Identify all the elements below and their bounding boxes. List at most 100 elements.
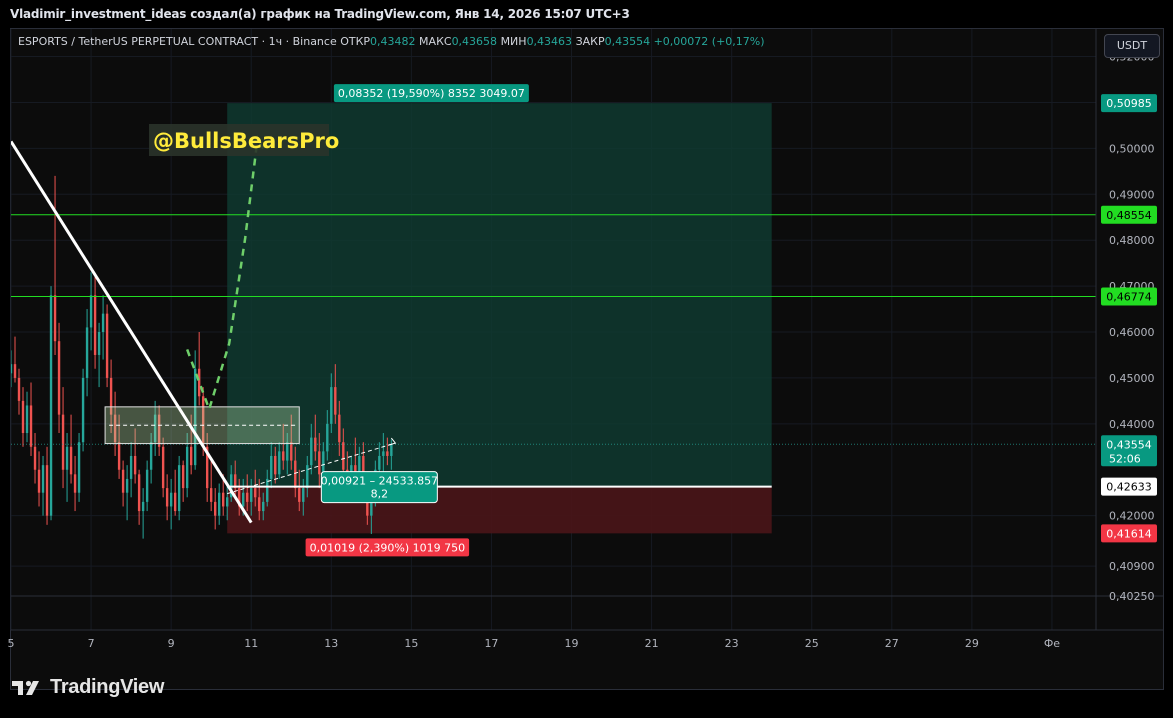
candle-body [29, 405, 33, 447]
candle-body [286, 442, 289, 461]
symbol-name[interactable]: ESPORTS / TetherUS PERPETUAL CONTRACT · … [18, 35, 337, 48]
candle-body [209, 488, 213, 502]
candle-body [145, 469, 149, 502]
candle-body [189, 446, 193, 466]
candle-body [11, 364, 13, 374]
candle-body [149, 442, 153, 470]
candle-body [77, 442, 81, 493]
candle-body [137, 474, 141, 512]
level-price-tag: 0,46774 [1106, 290, 1152, 303]
candle-body [310, 437, 313, 466]
candle-body [298, 488, 301, 502]
candle-body [330, 387, 333, 424]
candle-body [254, 488, 257, 498]
position-info-line1: 0,00921 – 24533.857 [321, 475, 438, 488]
candle-body [37, 469, 41, 493]
candle-body [121, 469, 125, 493]
price-tick-label: 0,45000 [1109, 372, 1155, 385]
candle-body [25, 405, 29, 434]
level-price-tag: 0,48554 [1106, 209, 1152, 222]
currency-button[interactable]: USDT [1104, 34, 1160, 58]
candle-body [258, 497, 261, 512]
candle-body [45, 465, 49, 516]
time-tick-label: 21 [645, 637, 659, 650]
candle-body [270, 455, 273, 479]
entry-price-tag: 0,42633 [1106, 481, 1152, 494]
candle-body [378, 455, 381, 470]
candle-body [382, 451, 385, 456]
tradingview-brand: TradingView [50, 676, 165, 698]
candle-body [161, 446, 165, 489]
time-tick-label: 23 [725, 637, 739, 650]
candle-body [117, 442, 121, 470]
candle-body [105, 313, 109, 378]
candle-body [181, 465, 185, 489]
candle-body [125, 478, 129, 493]
target-zone [227, 103, 772, 487]
price-tick-label: 0,42000 [1109, 510, 1155, 523]
tradingview-logo[interactable]: TradingView [12, 676, 164, 699]
high-value: 0,43658 [451, 35, 498, 48]
candle-body [81, 377, 85, 443]
candle-body [318, 451, 321, 475]
candle-body [221, 492, 225, 507]
price-tick-label: 0,49000 [1109, 188, 1155, 201]
candle-body [13, 364, 17, 378]
time-tick-label: 19 [565, 637, 579, 650]
candle-body [69, 446, 73, 475]
price-tick-label: 0,46000 [1109, 326, 1155, 339]
price-tick-label: 0,40250 [1109, 590, 1155, 603]
candle-body [290, 442, 293, 461]
time-tick-label: 29 [965, 637, 979, 650]
time-tick-label: 7 [88, 637, 95, 650]
candle-body [225, 497, 229, 507]
candle-body [177, 465, 181, 512]
close-value: 0,43554 [604, 35, 651, 48]
candle-body [246, 492, 249, 502]
candle-body [294, 460, 297, 489]
time-tick-label: 13 [324, 637, 338, 650]
time-tick-label: 25 [805, 637, 819, 650]
price-tick-label: 0,44000 [1109, 418, 1155, 431]
stop-info-text: 0,01019 (2,390%) 1019 750 [310, 541, 466, 554]
close-label: ЗАКР [575, 35, 605, 48]
time-tick-label: 27 [885, 637, 899, 650]
candle-body [85, 327, 89, 378]
candle-body [302, 488, 305, 502]
last-price-tag: 0,43554 [1106, 438, 1152, 451]
time-tick-label: 5 [8, 637, 15, 650]
candle-body [49, 295, 53, 516]
high-label: МАКС [419, 35, 452, 48]
candle-body [326, 423, 329, 452]
position-info-line2: 8,2 [371, 488, 389, 501]
candle-body [61, 414, 65, 470]
candle-body [53, 295, 57, 342]
price-tick-label: 0,48000 [1109, 234, 1155, 247]
candle-body [213, 501, 217, 516]
time-tick-label: Фе [1044, 637, 1060, 650]
stop-zone [227, 486, 772, 534]
candle-body [73, 474, 77, 493]
candle-body [338, 414, 341, 443]
price-chart[interactable]: 0,520000,510000,500000,490000,480000,470… [0, 0, 1173, 718]
candle-body [129, 455, 133, 479]
watermark-text: @BullsBearsPro [153, 129, 339, 153]
candle-body [217, 492, 221, 516]
time-tick-label: 17 [484, 637, 498, 650]
candle-body [322, 451, 325, 475]
low-value: 0,43463 [526, 35, 573, 48]
price-tick-label: 0,40900 [1109, 560, 1155, 573]
candle-body [169, 492, 173, 507]
candle-body [185, 446, 189, 489]
candle-body [65, 446, 69, 470]
low-label: МИН [500, 35, 527, 48]
candle-body [242, 492, 245, 507]
candle-body [278, 451, 281, 475]
candle-body [165, 488, 169, 507]
tradingview-logo-icon [12, 680, 39, 695]
time-tick-label: 15 [404, 637, 418, 650]
candle-body [390, 444, 393, 456]
candle-body [266, 478, 269, 502]
candle-body [274, 455, 277, 475]
symbol-legend: ESPORTS / TetherUS PERPETUAL CONTRACT · … [18, 35, 765, 48]
